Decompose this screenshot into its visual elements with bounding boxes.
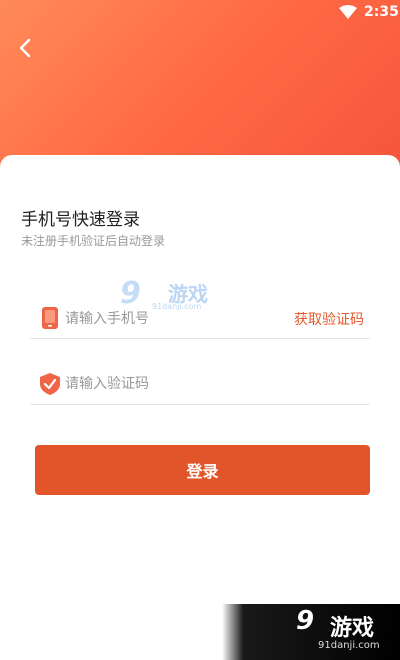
watermark-bottom-site: 91danji.com bbox=[318, 640, 380, 651]
shield-check-icon bbox=[40, 373, 60, 395]
page-title: 手机号快速登录 bbox=[21, 210, 140, 230]
get-code-button[interactable]: 获取验证码 bbox=[294, 309, 364, 329]
login-card bbox=[0, 155, 400, 660]
phone-field-divider bbox=[30, 338, 370, 339]
code-input[interactable] bbox=[65, 372, 355, 396]
back-arrow-icon[interactable] bbox=[14, 36, 38, 60]
watermark-logo-mark: 9 bbox=[120, 276, 141, 311]
wifi-icon bbox=[339, 5, 357, 19]
phone-icon bbox=[42, 307, 58, 329]
page-subtitle: 未注册手机验证后自动登录 bbox=[21, 234, 166, 248]
status-bar: 2:35 bbox=[0, 0, 400, 24]
code-field-divider bbox=[30, 404, 370, 405]
watermark-bottom-logo-mark: 9 bbox=[296, 606, 315, 636]
phone-input[interactable] bbox=[65, 307, 285, 331]
watermark-bottom-brand: 游戏 bbox=[330, 616, 375, 641]
login-button[interactable]: 登录 bbox=[35, 445, 370, 495]
status-time: 2:35 bbox=[364, 4, 399, 20]
